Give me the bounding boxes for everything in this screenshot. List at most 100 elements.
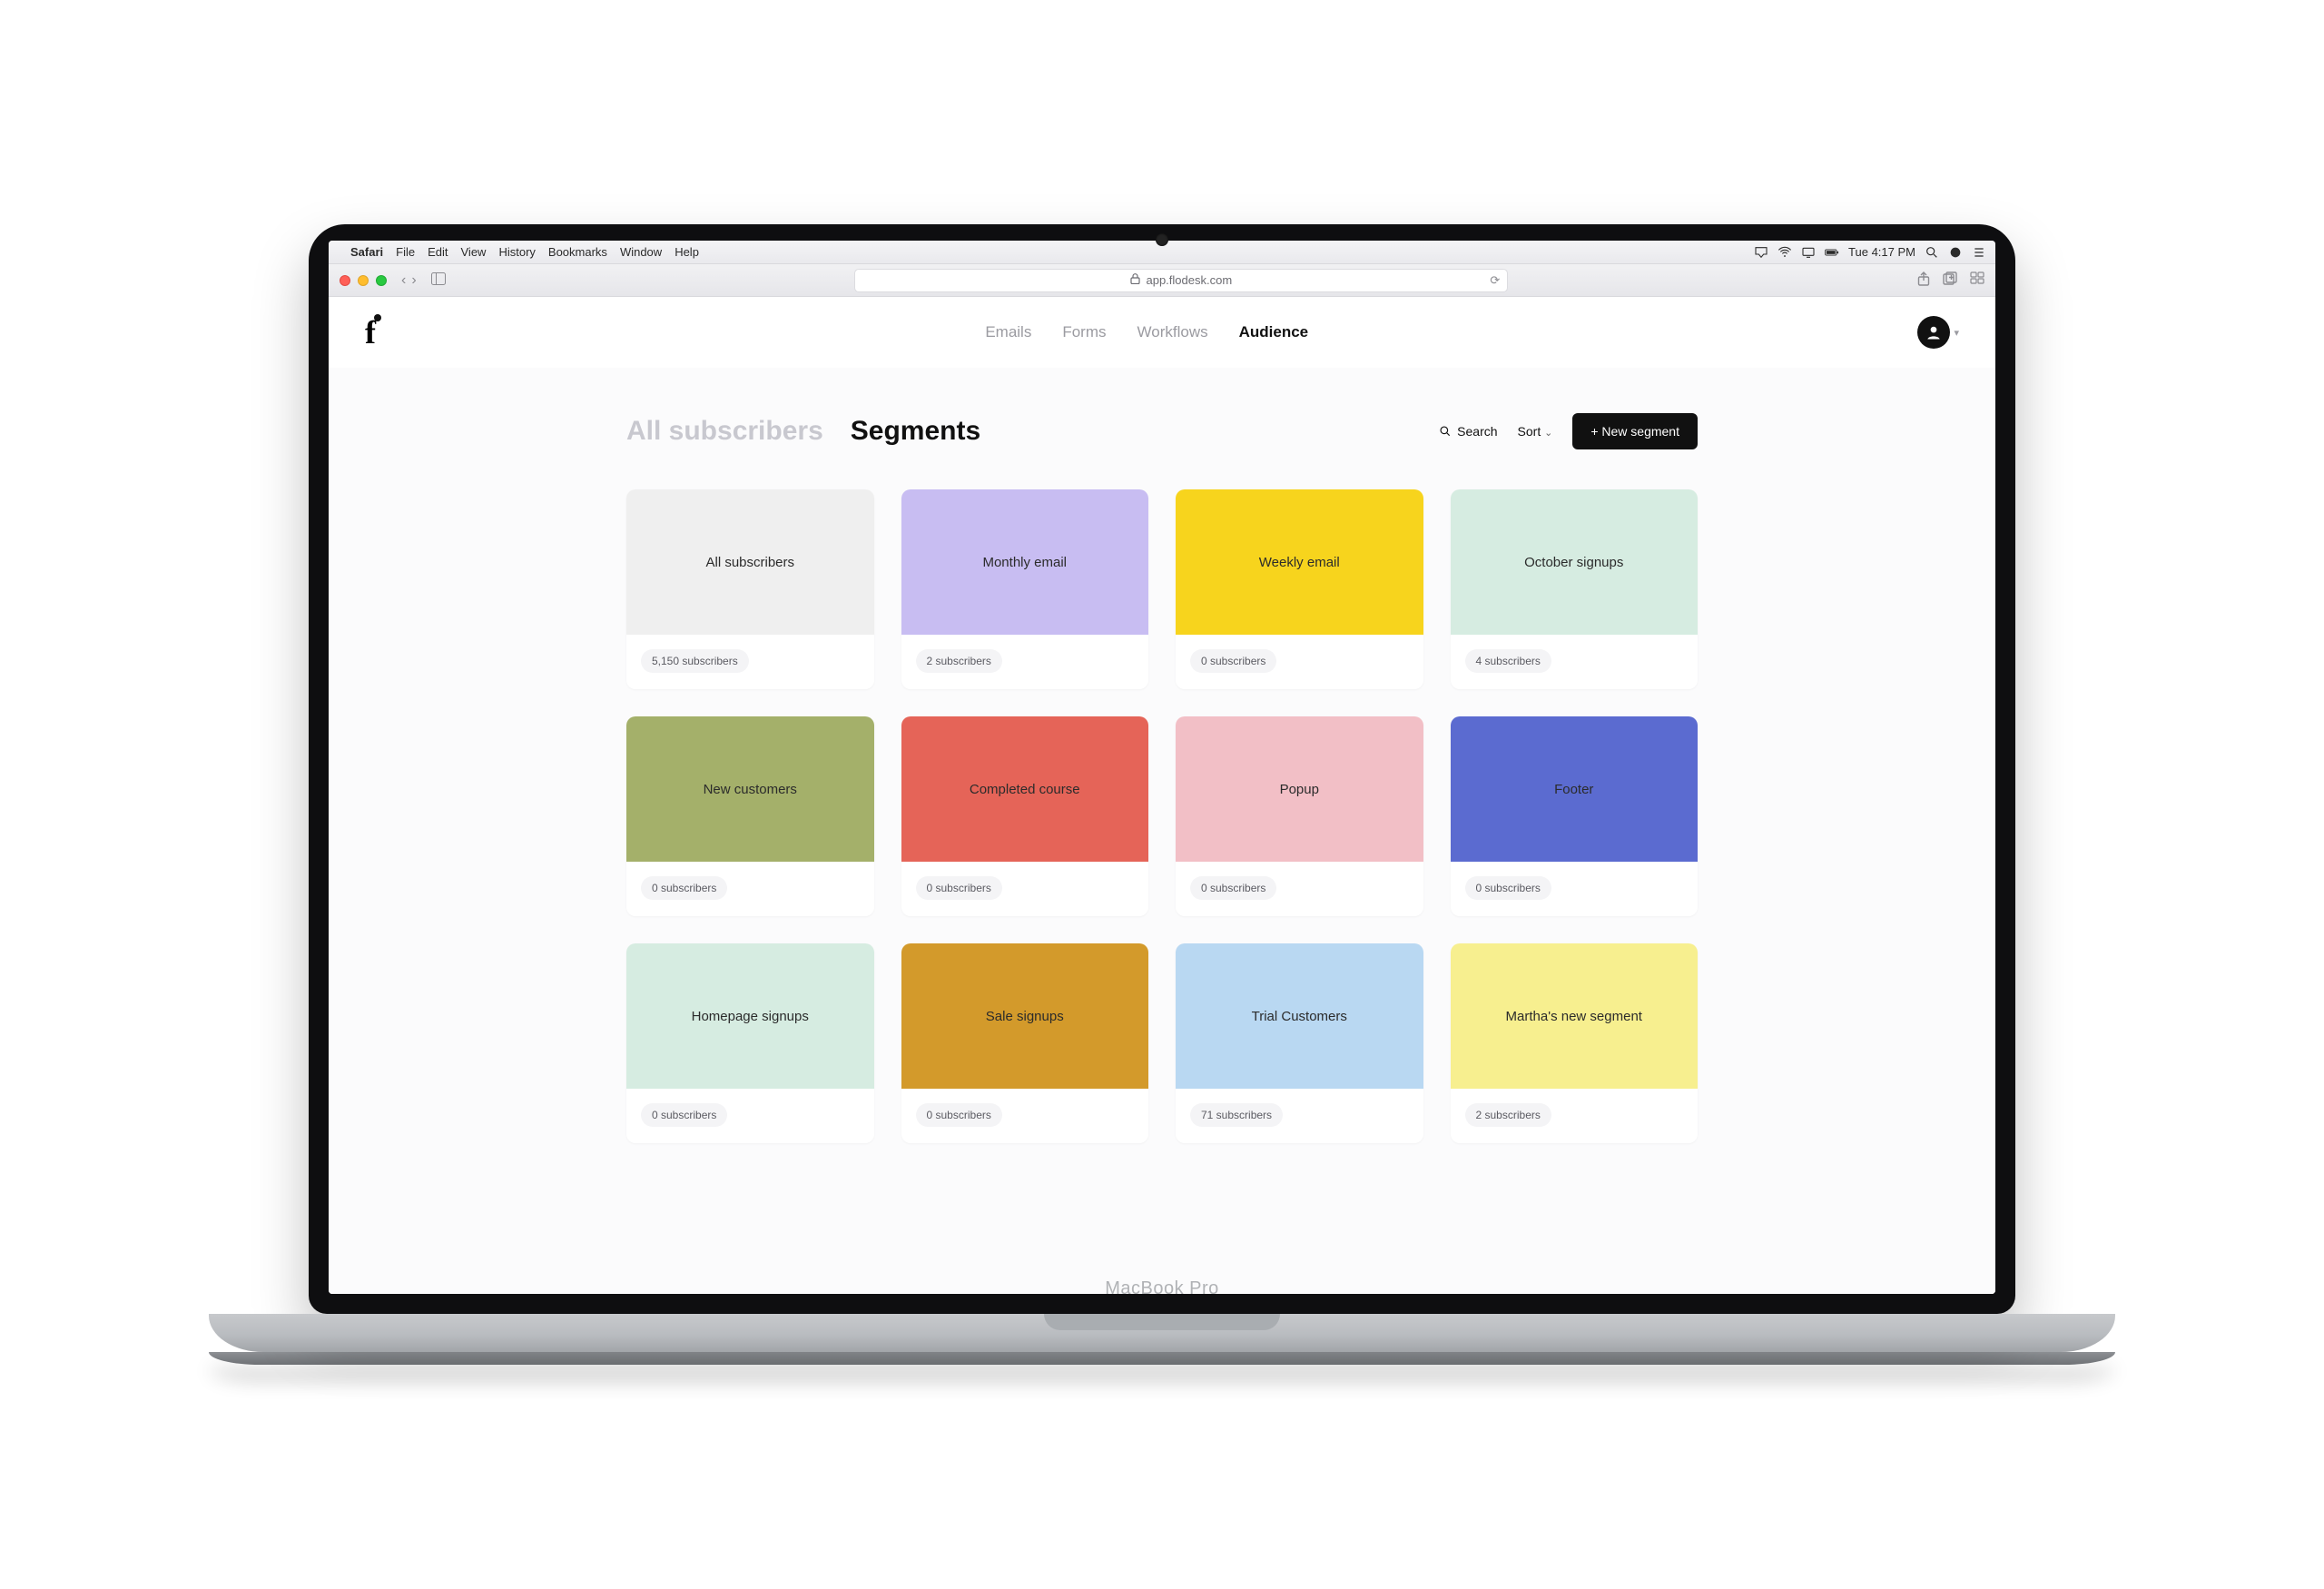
segment-card[interactable]: Sale signups 0 subscribers [901,943,1149,1143]
laptop-foot [209,1352,2115,1365]
url-text: app.flodesk.com [1146,273,1232,287]
subscriber-count-badge: 4 subscribers [1465,649,1551,673]
laptop-frame: Safari File Edit View History Bookmarks … [309,224,2015,1365]
subscriber-count-badge: 2 subscribers [916,649,1002,673]
page-tools: Search Sort ⌄ + New segment [1439,413,1698,449]
account-menu[interactable]: ▾ [1917,316,1959,349]
share-icon[interactable] [1917,271,1930,290]
mac-menu-bookmarks[interactable]: Bookmarks [548,245,607,259]
segment-card[interactable]: Weekly email0 subscribers [1176,489,1423,689]
nav-forms[interactable]: Forms [1062,323,1106,341]
search-button[interactable]: Search [1439,424,1497,439]
chevron-down-icon: ⌄ [1544,428,1552,439]
chevron-down-icon: ▾ [1954,327,1959,339]
segment-card[interactable]: Homepage signups0 subscribers [626,943,874,1143]
app-root: f Emails Forms Workflows Audience ▾ [329,297,1995,1294]
segment-card[interactable]: October signups4 subscribers [1451,489,1699,689]
nav-forward-icon[interactable]: › [411,272,416,289]
notifications-icon[interactable] [1972,245,1986,260]
clock[interactable]: Tue 4:17 PM [1848,245,1915,259]
new-tab-icon[interactable] [1943,271,1957,290]
nav-workflows[interactable]: Workflows [1137,323,1208,341]
segment-card-footer: 0 subscribers [901,1089,1149,1143]
segment-card-footer: 2 subscribers [1451,1089,1699,1143]
mac-menu-edit[interactable]: Edit [428,245,448,259]
segment-card-header: Footer [1451,716,1699,862]
segment-card-header: Completed course [901,716,1149,862]
segment-card-header: Popup [1176,716,1423,862]
mac-menu-history[interactable]: History [498,245,535,259]
audience-tabs: All subscribers Segments [626,416,980,447]
nav-audience[interactable]: Audience [1239,323,1309,341]
segment-card[interactable]: Completed course0 subscribers [901,716,1149,916]
tab-all-subscribers[interactable]: All subscribers [626,416,823,447]
segment-name: Monthly email [982,555,1067,570]
address-bar[interactable]: app.flodesk.com ⟳ [854,269,1508,292]
siri-icon[interactable] [1948,245,1963,260]
segment-name: Footer [1554,782,1593,797]
flodesk-logo-icon[interactable]: f [365,316,376,349]
search-icon [1439,425,1452,438]
laptop-hinge [209,1314,2115,1352]
wifi-icon[interactable] [1777,245,1792,260]
segment-card[interactable]: All subscribers 5,150 subscribers [626,489,874,689]
sort-label: Sort [1518,424,1541,439]
segment-name: Homepage signups [692,1009,809,1024]
address-bar-wrap: app.flodesk.com ⟳ [455,269,1908,292]
page-toolbar: All subscribers Segments Search Sort [626,413,1698,449]
safari-right [1917,271,1984,290]
segment-card-footer: 0 subscribers [626,862,874,916]
sort-button[interactable]: Sort ⌄ [1518,424,1553,439]
segment-name: All subscribers [705,555,794,570]
app-nav: Emails Forms Workflows Audience [985,323,1308,341]
tabs-overview-icon[interactable] [1970,271,1984,290]
segment-card-header: Martha's new segment [1451,943,1699,1089]
screen-bezel: Safari File Edit View History Bookmarks … [309,224,2015,1314]
avatar-icon [1917,316,1950,349]
mac-app-name[interactable]: Safari [350,245,383,259]
subscriber-count-badge: 2 subscribers [1465,1103,1551,1127]
segment-card[interactable]: Trial Customers71 subscribers [1176,943,1423,1143]
segment-card[interactable]: Monthly email 2 subscribers [901,489,1149,689]
segment-name: Sale signups [986,1009,1064,1024]
segment-card-footer: 0 subscribers [1451,862,1699,916]
tab-segments[interactable]: Segments [851,416,980,447]
segment-card-header: All subscribers [626,489,874,635]
nav-back-icon[interactable]: ‹ [401,272,406,289]
segment-card-footer: 5,150 subscribers [626,635,874,689]
segment-card[interactable]: Popup 0 subscribers [1176,716,1423,916]
mac-menu-help[interactable]: Help [675,245,699,259]
segment-card[interactable]: New customers 0 subscribers [626,716,874,916]
segments-grid: All subscribers 5,150 subscribers Monthly … [626,489,1698,1143]
nav-emails[interactable]: Emails [985,323,1031,341]
window-close-icon[interactable] [340,275,350,286]
window-minimize-icon[interactable] [358,275,369,286]
safari-toolbar: ‹ › app.flodesk.com ⟳ [329,264,1995,297]
spotlight-icon[interactable] [1925,245,1939,260]
segment-name: New customers [704,782,797,797]
search-label: Search [1457,424,1497,439]
airplay-icon[interactable] [1754,245,1768,260]
screen: Safari File Edit View History Bookmarks … [329,241,1995,1294]
mac-menu-window[interactable]: Window [620,245,662,259]
battery-icon[interactable] [1825,245,1839,260]
window-zoom-icon[interactable] [376,275,387,286]
new-segment-button[interactable]: + New segment [1572,413,1698,449]
sidebar-toggle-icon[interactable] [431,272,446,289]
segment-card[interactable]: Martha's new segment 2 subscribers [1451,943,1699,1143]
segment-card-header: Sale signups [901,943,1149,1089]
subscriber-count-badge: 0 subscribers [1190,876,1276,900]
mac-menu-view[interactable]: View [461,245,487,259]
mac-menu-file[interactable]: File [396,245,415,259]
segment-card-footer: 0 subscribers [901,862,1149,916]
display-icon[interactable] [1801,245,1816,260]
segment-card-footer: 0 subscribers [1176,635,1423,689]
segment-card-footer: 4 subscribers [1451,635,1699,689]
segment-card[interactable]: Footer 0 subscribers [1451,716,1699,916]
lock-icon [1130,273,1140,287]
segment-card-header: Trial Customers [1176,943,1423,1089]
reload-icon[interactable]: ⟳ [1490,273,1500,288]
segment-name: Popup [1280,782,1319,797]
segment-card-header: Homepage signups [626,943,874,1089]
segment-name: Trial Customers [1252,1009,1347,1024]
